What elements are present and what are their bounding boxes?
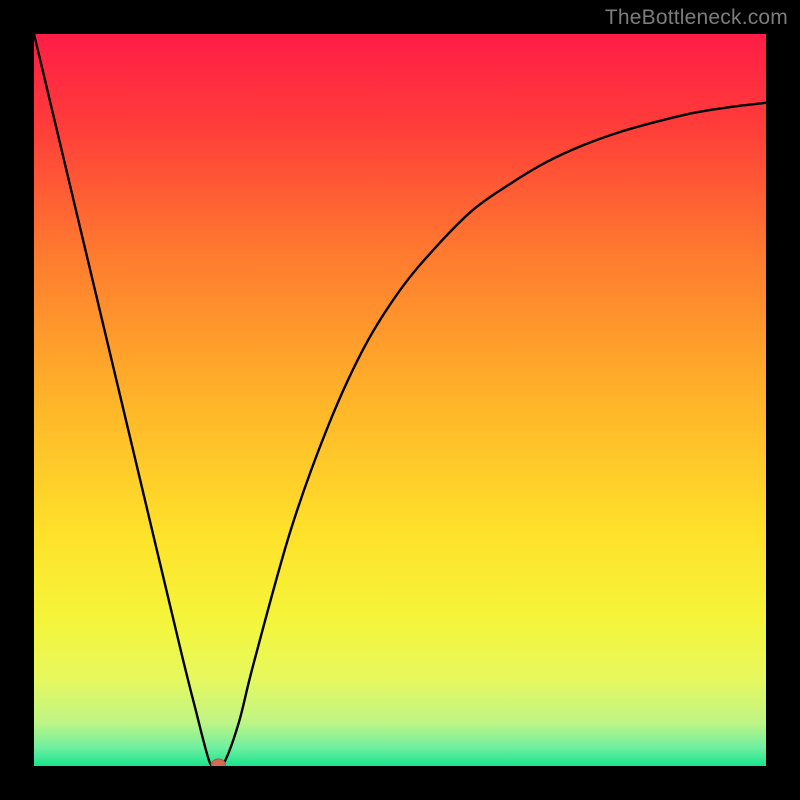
gradient-background xyxy=(34,34,766,766)
chart-svg xyxy=(34,34,766,766)
minimum-marker xyxy=(211,759,225,766)
chart-frame: TheBottleneck.com xyxy=(0,0,800,800)
watermark-text: TheBottleneck.com xyxy=(605,6,788,30)
plot-area xyxy=(34,34,766,766)
